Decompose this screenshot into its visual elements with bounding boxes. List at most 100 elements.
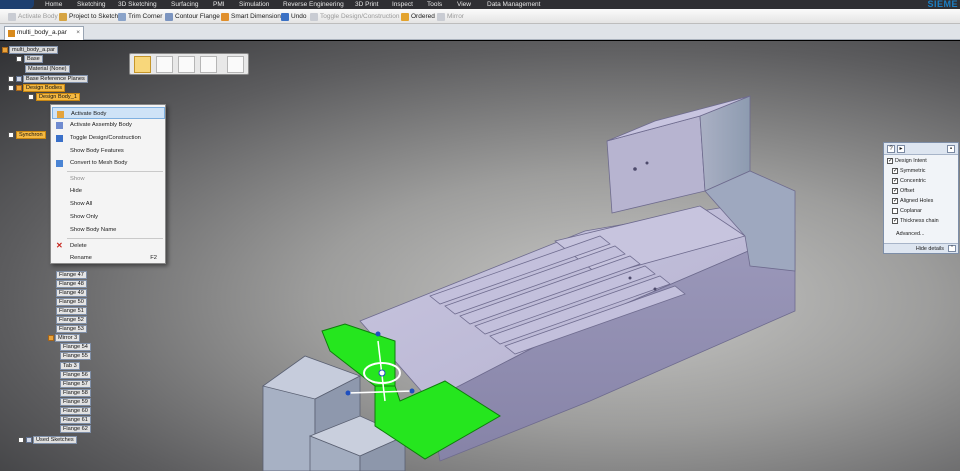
trim-corner-button[interactable]: Trim Corner (118, 11, 162, 22)
tree-mirror[interactable]: Mirror 3 (48, 334, 81, 342)
menu-item-show-body-name[interactable]: Show Body Name (52, 224, 165, 236)
aligned-holes-checkbox[interactable]: ✓ (892, 197, 898, 204)
used-sketches-checkbox[interactable] (18, 436, 24, 443)
document-tab[interactable]: multi_body_a.par × (4, 26, 84, 40)
menu-item-toggle-design-construction[interactable]: Toggle Design/Construction (52, 132, 165, 144)
menu-item-activate-body[interactable]: Activate Body (52, 107, 165, 119)
design-bodies-checkbox[interactable] (8, 84, 14, 91)
tree-flange[interactable]: Flange 52 (56, 316, 87, 324)
tab-inspect[interactable]: Inspect (392, 0, 413, 9)
tree-flange[interactable]: Flange 58 (60, 389, 91, 397)
menu-item-convert-to-mesh-body[interactable]: Convert to Mesh Body (52, 157, 165, 169)
tab-data-management[interactable]: Data Management (487, 0, 540, 9)
option-thickness-chain[interactable]: ✓ Thickness chain (892, 217, 939, 225)
tab-3d-sketching[interactable]: 3D Sketching (118, 0, 157, 9)
toggle-design-construction-button[interactable]: Toggle Design/Construction (310, 11, 400, 22)
hide-details-bar[interactable]: Hide details ⌃ (884, 243, 958, 253)
tree-flange[interactable]: Flange 56 (60, 371, 91, 379)
coplanar-checkbox[interactable] (892, 207, 898, 214)
menu-item-delete[interactable]: ✕ Delete (52, 240, 165, 252)
tree-design-bodies[interactable]: Design Bodies (8, 84, 66, 92)
trim-corner-icon (118, 12, 126, 21)
select-mode-button[interactable] (178, 56, 195, 73)
menu-separator (67, 171, 163, 172)
design-body-checkbox[interactable] (28, 93, 34, 100)
synchronous-checkbox[interactable] (8, 131, 14, 138)
tab-surfacing[interactable]: Surfacing (171, 0, 198, 9)
tree-flange[interactable]: Flange 54 (60, 343, 91, 351)
activate-body-button[interactable]: Activate Body (8, 11, 58, 22)
tab-pmi[interactable]: PMI (213, 0, 225, 9)
tree-base[interactable]: Base (16, 55, 43, 63)
tab-home[interactable]: Home (45, 0, 62, 9)
design-intent-panel: ? ▸ ▪ ✓ Design Intent ✓ Symmetric ✓ Concent… (883, 142, 959, 254)
concentric-checkbox[interactable]: ✓ (892, 177, 898, 184)
tree-design-body[interactable]: Design Body_1 (28, 93, 80, 101)
option-offset[interactable]: ✓ Offset (892, 187, 914, 195)
mirror-button[interactable]: Mirror (437, 11, 464, 22)
base-checkbox[interactable] (16, 55, 22, 62)
application-menu-button[interactable] (0, 0, 34, 9)
project-to-sketch-button[interactable]: Project to Sketch (59, 11, 118, 22)
tree-material[interactable]: Material (None) (25, 65, 70, 73)
tree-reference-planes[interactable]: Base Reference Planes (8, 75, 88, 83)
option-concentric[interactable]: ✓ Concentric (892, 177, 926, 185)
undo-button[interactable]: Undo (281, 11, 307, 22)
menu-item-show-only[interactable]: Show Only (52, 211, 165, 223)
option-aligned-holes[interactable]: ✓ Aligned Holes (892, 197, 933, 205)
option-coplanar[interactable]: Coplanar (892, 207, 922, 215)
offset-checkbox[interactable]: ✓ (892, 187, 898, 194)
tree-flange[interactable]: Flange 53 (56, 325, 87, 333)
thickness-chain-checkbox[interactable]: ✓ (892, 217, 898, 224)
tree-tab[interactable]: Tab 3 (60, 362, 80, 370)
tree-flange[interactable]: Flange 55 (60, 352, 91, 360)
advanced-link[interactable]: Advanced... (896, 231, 924, 237)
menu-item-rename[interactable]: Rename F2 (52, 252, 165, 264)
mirror-icon (437, 12, 445, 21)
smart-dimension-button[interactable]: Smart Dimension (221, 11, 281, 22)
symmetric-checkbox[interactable]: ✓ (892, 167, 898, 174)
tree-root[interactable]: multi_body_a.par (2, 46, 58, 54)
design-intent-checkbox[interactable]: ✓ (887, 157, 893, 164)
planes-checkbox[interactable] (8, 75, 14, 82)
tree-flange[interactable]: Flange 49 (56, 289, 87, 297)
menu-item-show[interactable]: Show (52, 173, 165, 185)
pin-icon[interactable]: ▪ (947, 145, 955, 153)
help-icon[interactable]: ? (887, 145, 895, 153)
tab-3d-print[interactable]: 3D Print (355, 0, 378, 9)
option-symmetric[interactable]: ✓ Symmetric (892, 167, 925, 175)
tab-simulation[interactable]: Simulation (239, 0, 269, 9)
tree-flange[interactable]: Flange 62 (60, 425, 91, 433)
project-sketch-icon (59, 12, 67, 21)
tree-flange[interactable]: Flange 51 (56, 307, 87, 315)
tab-view[interactable]: View (457, 0, 471, 9)
tree-synchronous[interactable]: Synchron (8, 131, 46, 139)
tree-flange[interactable]: Flange 57 (60, 380, 91, 388)
add-selection-button[interactable] (200, 56, 217, 73)
tab-tools[interactable]: Tools (427, 0, 442, 9)
menu-item-activate-assembly-body[interactable]: Activate Assembly Body (52, 119, 165, 131)
design-intent-toggle[interactable]: ✓ Design Intent (887, 157, 927, 165)
tree-flange[interactable]: Flange 61 (60, 416, 91, 424)
filter-button[interactable] (227, 56, 244, 73)
tab-reverse-engineering[interactable]: Reverse Engineering (283, 0, 344, 9)
top-block-front[interactable] (606, 115, 706, 214)
menu-item-hide[interactable]: Hide (52, 185, 165, 197)
close-tab-icon[interactable]: × (76, 27, 80, 39)
tree-used-sketches[interactable]: Used Sketches (18, 436, 77, 444)
tree-flange[interactable]: Flange 47 (56, 271, 87, 279)
face-priority-button[interactable] (156, 56, 173, 73)
tree-flange[interactable]: Flange 59 (60, 398, 91, 406)
play-icon[interactable]: ▸ (897, 145, 905, 153)
tree-flange[interactable]: Flange 60 (60, 407, 91, 415)
design-bodies-icon (16, 84, 22, 91)
tab-sketching[interactable]: Sketching (77, 0, 106, 9)
tree-flange[interactable]: Flange 48 (56, 280, 87, 288)
tree-flange[interactable]: Flange 50 (56, 298, 87, 306)
collapse-up-icon[interactable]: ⌃ (948, 245, 956, 252)
ordered-button[interactable]: Ordered (401, 11, 435, 22)
select-tool-button[interactable] (134, 56, 151, 73)
contour-flange-button[interactable]: Contour Flange (165, 11, 220, 22)
menu-item-show-body-features[interactable]: Show Body Features (52, 145, 165, 157)
menu-item-show-all[interactable]: Show All (52, 198, 165, 210)
